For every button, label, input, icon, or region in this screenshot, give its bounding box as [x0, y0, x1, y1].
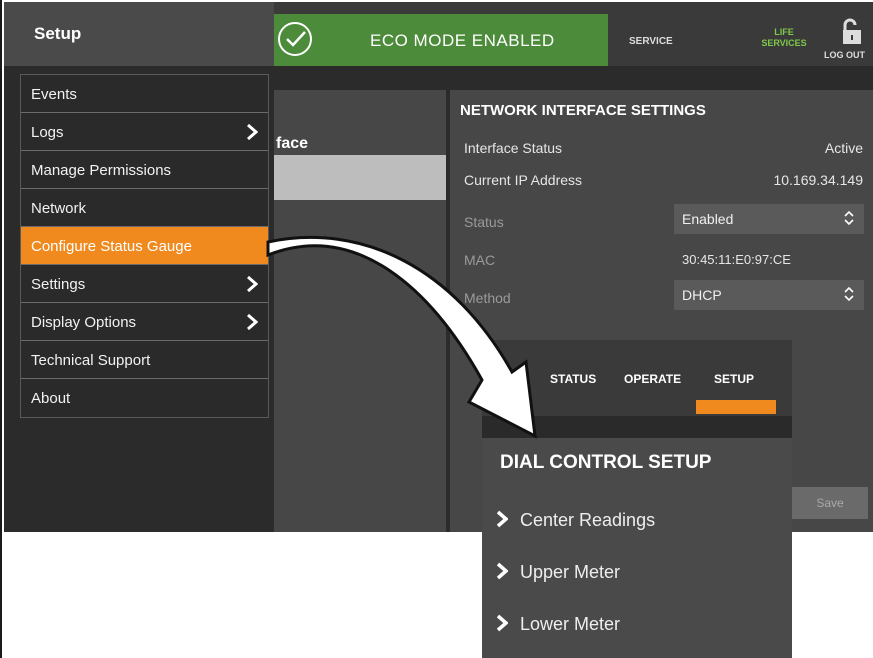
save-button[interactable]: Save: [792, 487, 868, 519]
dial-item-label: Center Readings: [520, 510, 656, 530]
life-services-line2: SERVICES: [761, 38, 807, 48]
menu-item-about[interactable]: About: [21, 379, 268, 417]
dial-item-center-readings[interactable]: Center Readings: [496, 510, 655, 531]
tab-status[interactable]: STATUS: [550, 372, 596, 386]
menu-item-label: Manage Permissions: [31, 162, 172, 179]
menu-item-label: Network: [31, 200, 87, 217]
menu-item-label: Logs: [31, 124, 64, 141]
top-bar: Setup ECO MODE ENABLED SERVICE LIFE SERV…: [4, 2, 873, 66]
dial-item-label: Lower Meter: [520, 614, 621, 634]
mac-label: MAC: [464, 252, 496, 268]
menu-item-label: Display Options: [31, 314, 137, 331]
method-select[interactable]: DHCP: [674, 280, 864, 310]
menu-item-label: Settings: [31, 276, 86, 293]
up-down-icon: [844, 210, 854, 226]
menu-item-label: Technical Support: [31, 352, 151, 369]
status-select[interactable]: Enabled: [674, 204, 864, 234]
mobile-divider: [482, 416, 792, 438]
interface-status-value: Active: [824, 140, 863, 156]
life-services-line1: LIFE: [774, 27, 794, 37]
eco-mode-label: ECO MODE ENABLED: [370, 31, 555, 50]
menu-item-configure-status-gauge[interactable]: Configure Status Gauge: [21, 227, 268, 265]
interface-row-selected[interactable]: [274, 155, 446, 200]
chevron-right-icon: [496, 562, 508, 580]
service-button[interactable]: SERVICE: [629, 36, 673, 47]
method-label: Method: [464, 290, 511, 306]
dial-item-lower-meter[interactable]: Lower Meter: [496, 614, 620, 635]
mobile-setup-screen: STATUS OPERATE SETUP DIAL CONTROL SETUP …: [482, 340, 792, 658]
menu-item-label: About: [31, 390, 71, 407]
status-select-value: Enabled: [682, 211, 734, 227]
setup-menu: Events Logs Manage Permissions Network C…: [20, 74, 269, 418]
setup-title: Setup: [4, 2, 274, 66]
chevron-right-icon: [496, 614, 508, 632]
status-label: Status: [464, 214, 504, 230]
chevron-right-icon: [247, 313, 258, 331]
interface-status-label: Interface Status: [464, 140, 563, 156]
menu-item-logs[interactable]: Logs: [21, 113, 268, 151]
figure-frame: Setup ECO MODE ENABLED SERVICE LIFE SERV…: [0, 0, 873, 658]
ip-address-label: Current IP Address: [464, 172, 583, 188]
menu-item-settings[interactable]: Settings: [21, 265, 268, 303]
dial-item-upper-meter[interactable]: Upper Meter: [496, 562, 620, 583]
menu-item-label: Events: [31, 86, 77, 103]
menu-item-display-options[interactable]: Display Options: [21, 303, 268, 341]
chevron-right-icon: [247, 123, 258, 141]
check-circle-icon: [278, 22, 312, 56]
hamburger-menu-icon[interactable]: [494, 370, 526, 391]
chevron-right-icon: [496, 510, 508, 528]
dial-control-panel: DIAL CONTROL SETUP Center Readings Upper…: [482, 438, 792, 658]
menu-item-network[interactable]: Network: [21, 189, 268, 227]
interface-panel-label: face: [276, 135, 309, 152]
unlock-icon[interactable]: [840, 18, 864, 46]
interface-list-panel: face: [274, 90, 446, 532]
tab-setup[interactable]: SETUP: [714, 372, 754, 386]
chevron-right-icon: [247, 275, 258, 293]
active-tab-indicator: [696, 400, 776, 414]
menu-item-technical-support[interactable]: Technical Support: [21, 341, 268, 379]
dial-item-label: Upper Meter: [520, 562, 621, 582]
menu-item-events[interactable]: Events: [21, 75, 268, 113]
logout-button[interactable]: LOG OUT: [824, 50, 865, 60]
eco-mode-banner: ECO MODE ENABLED: [274, 14, 608, 66]
mac-value: 30:45:11:E0:97:CE: [682, 252, 791, 267]
ip-address-value: 10.169.34.149: [773, 172, 863, 188]
mobile-nav-bar: STATUS OPERATE SETUP: [482, 340, 792, 416]
menu-item-label: Configure Status Gauge: [31, 238, 192, 255]
life-services-button[interactable]: LIFE SERVICES: [754, 27, 814, 49]
menu-item-manage-permissions[interactable]: Manage Permissions: [21, 151, 268, 189]
network-settings-title: NETWORK INTERFACE SETTINGS: [460, 102, 706, 119]
dial-control-title: DIAL CONTROL SETUP: [500, 452, 712, 473]
method-select-value: DHCP: [682, 287, 722, 303]
tab-operate[interactable]: OPERATE: [624, 372, 681, 386]
up-down-icon: [844, 286, 854, 302]
